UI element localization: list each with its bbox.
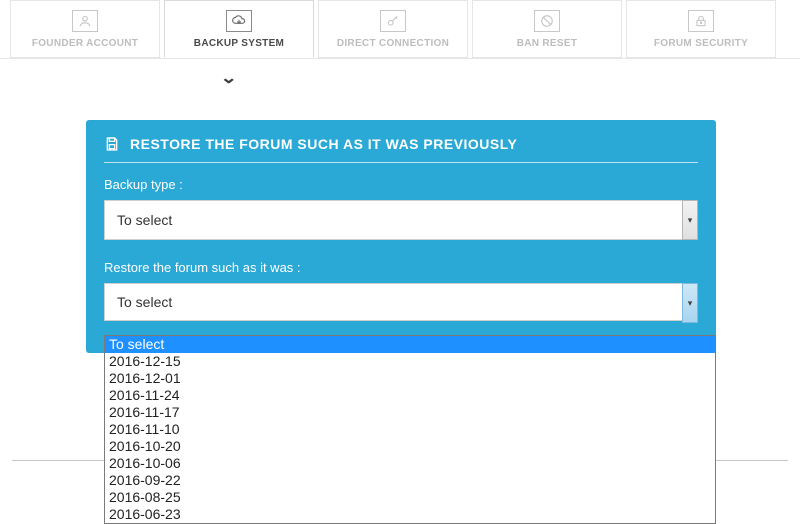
tab-ban-reset[interactable]: BAN RESET	[472, 0, 622, 58]
dropdown-option[interactable]: 2016-10-06	[105, 455, 715, 472]
panel-title: RESTORE THE FORUM SUCH AS IT WAS PREVIOU…	[130, 136, 517, 152]
tab-forum-security[interactable]: FORUM SECURITY	[626, 0, 776, 58]
cloud-download-icon	[226, 10, 252, 32]
dropdown-option[interactable]: 2016-08-25	[105, 489, 715, 506]
user-icon	[72, 10, 98, 32]
dropdown-arrow-icon[interactable]: ▾	[682, 200, 698, 240]
backup-type-value: To select	[104, 200, 698, 240]
restore-as-value: To select	[104, 283, 698, 321]
tab-founder-account[interactable]: FOUNDER ACCOUNT	[10, 0, 160, 58]
tab-label: DIRECT CONNECTION	[337, 38, 449, 49]
tabs-bar: FOUNDER ACCOUNT BACKUP SYSTEM DIRECT CON…	[0, 0, 800, 59]
tab-label: FORUM SECURITY	[654, 38, 748, 49]
ban-icon	[534, 10, 560, 32]
restore-as-select[interactable]: To select ▾	[104, 283, 698, 323]
dropdown-option[interactable]: To select	[105, 336, 715, 353]
lock-icon	[688, 10, 714, 32]
chevron-down-icon: ⌄	[220, 68, 237, 88]
dropdown-option[interactable]: 2016-06-23	[105, 506, 715, 523]
restore-as-dropdown[interactable]: To select2016-12-152016-12-012016-11-242…	[104, 335, 716, 524]
tab-label: BAN RESET	[517, 38, 577, 49]
dropdown-option[interactable]: 2016-12-01	[105, 370, 715, 387]
dropdown-arrow-icon[interactable]: ▾	[682, 283, 698, 323]
restore-as-label: Restore the forum such as it was :	[104, 260, 698, 275]
dropdown-option[interactable]: 2016-11-17	[105, 404, 715, 421]
tab-label: FOUNDER ACCOUNT	[32, 38, 138, 49]
dropdown-option[interactable]: 2016-11-10	[105, 421, 715, 438]
restore-panel: RESTORE THE FORUM SUCH AS IT WAS PREVIOU…	[86, 120, 716, 353]
backup-type-select[interactable]: To select ▾	[104, 200, 698, 240]
tab-backup-system[interactable]: BACKUP SYSTEM	[164, 0, 314, 58]
save-icon	[104, 136, 120, 152]
panel-header: RESTORE THE FORUM SUCH AS IT WAS PREVIOU…	[104, 136, 698, 163]
dropdown-option[interactable]: 2016-11-24	[105, 387, 715, 404]
backup-type-label: Backup type :	[104, 177, 698, 192]
key-icon	[380, 10, 406, 32]
tab-label: BACKUP SYSTEM	[194, 38, 284, 49]
tab-direct-connection[interactable]: DIRECT CONNECTION	[318, 0, 468, 58]
dropdown-option[interactable]: 2016-12-15	[105, 353, 715, 370]
dropdown-option[interactable]: 2016-09-22	[105, 472, 715, 489]
dropdown-option[interactable]: 2016-10-20	[105, 438, 715, 455]
